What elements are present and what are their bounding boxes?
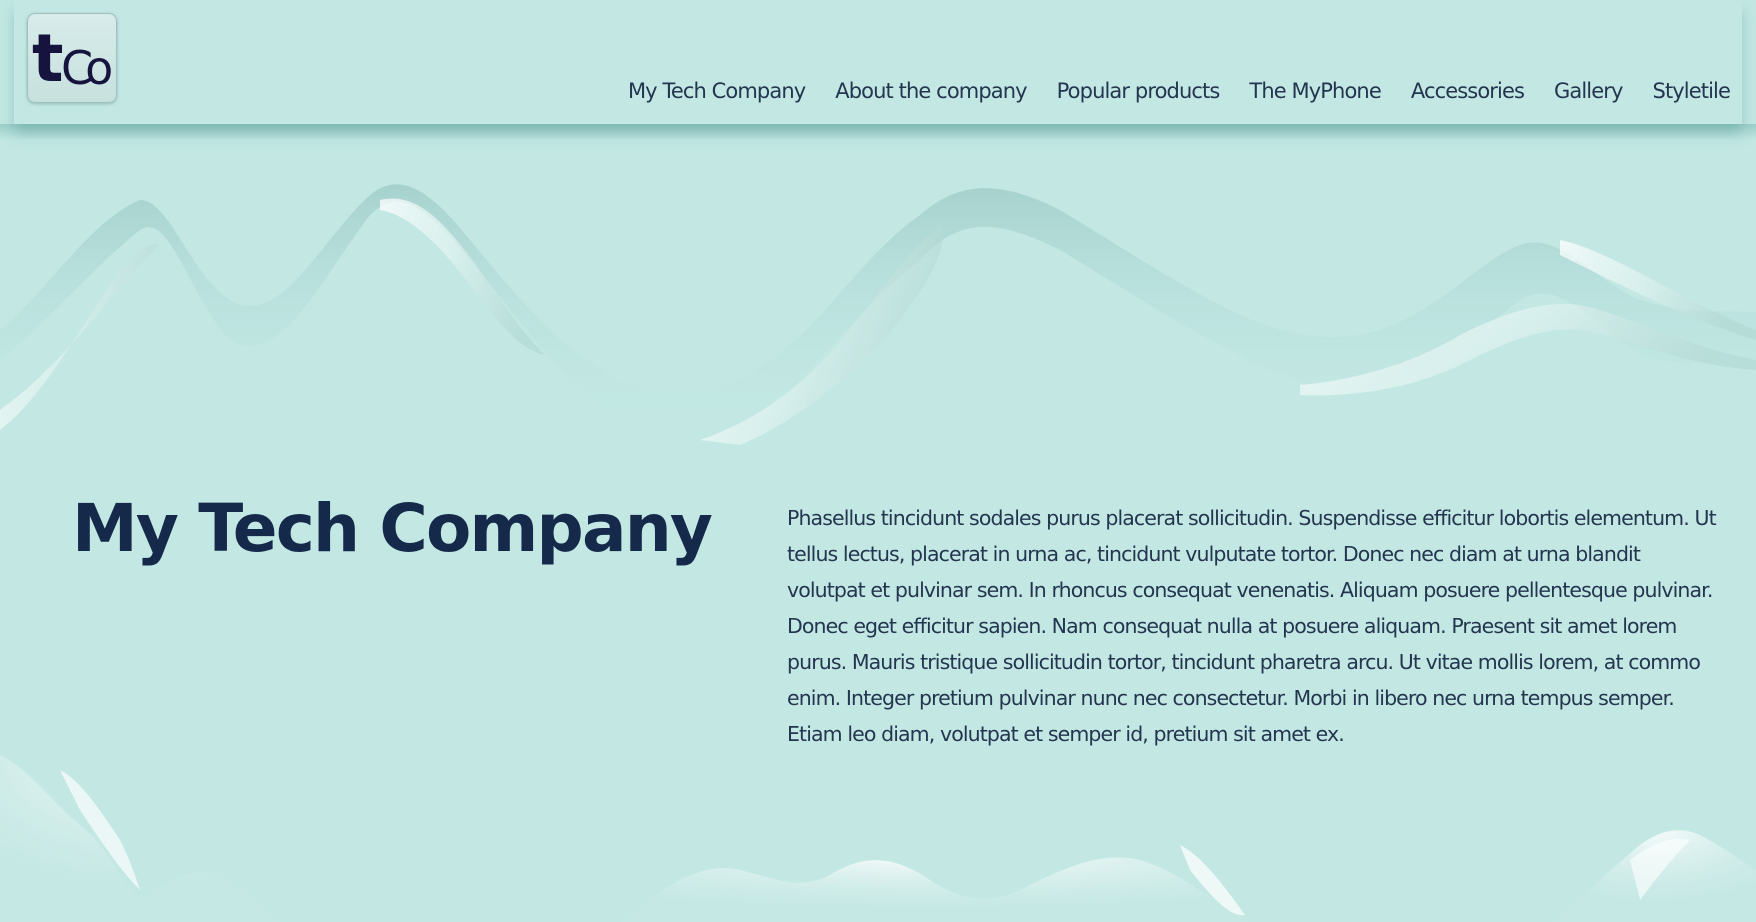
tco-logo-icon: t Co [32,20,116,97]
logo[interactable]: t Co [27,13,117,103]
nav-item-about-the-company[interactable]: About the company [835,78,1027,104]
nav-item-gallery[interactable]: Gallery [1554,78,1623,104]
nav-item-my-tech-company[interactable]: My Tech Company [628,78,806,104]
nav-item-popular-products[interactable]: Popular products [1057,78,1221,104]
nav-item-the-myphone[interactable]: The MyPhone [1249,78,1381,104]
site-header: t Co My Tech Company About the company P… [14,0,1742,124]
hero-description: Phasellus tincidunt sodales purus placer… [787,506,1717,746]
hero-title: My Tech Company [72,490,713,567]
nav-item-accessories[interactable]: Accessories [1411,78,1525,104]
nav-item-styletile[interactable]: Styletile [1653,78,1731,104]
main-nav: My Tech Company About the company Popula… [628,78,1731,104]
header-shadow [0,124,1756,140]
svg-text:Co: Co [61,41,111,95]
svg-text:t: t [32,20,63,97]
